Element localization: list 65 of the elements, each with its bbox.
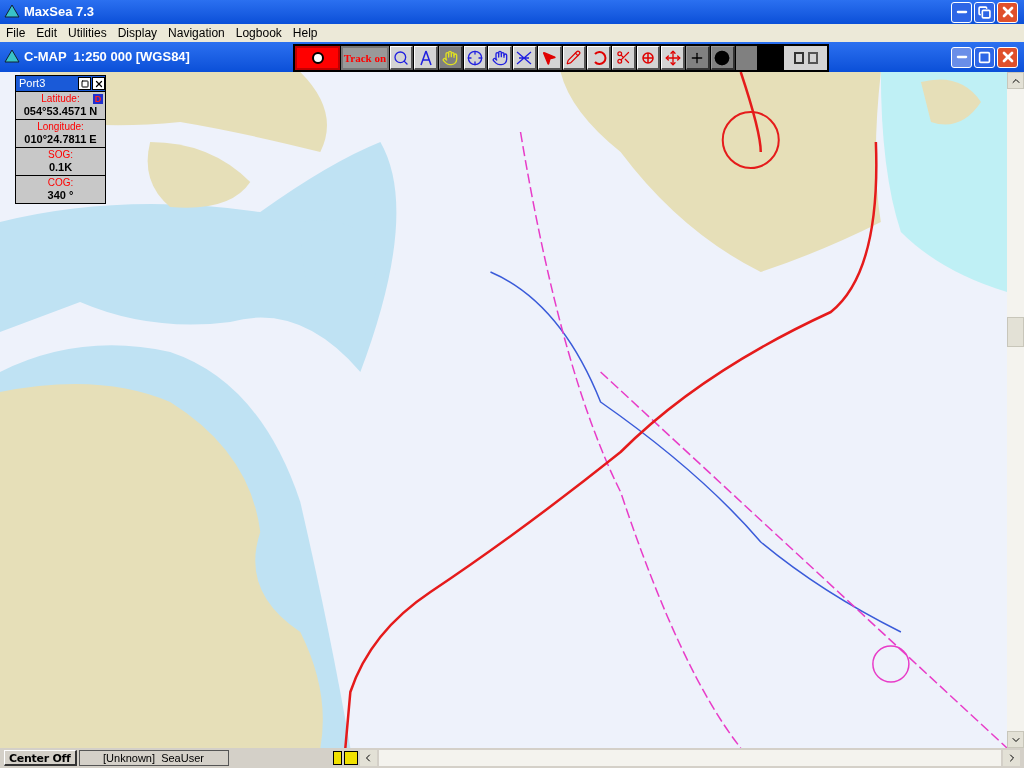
center-off-button[interactable]: Center Off bbox=[4, 750, 77, 766]
menu-item[interactable]: Logbook bbox=[230, 24, 287, 42]
status-user: [Unknown] SeaUser bbox=[78, 750, 229, 766]
horizontal-scrollbar[interactable] bbox=[378, 750, 1001, 766]
record-button[interactable] bbox=[295, 46, 341, 70]
search-icon bbox=[392, 49, 409, 66]
mode-badge: D bbox=[93, 94, 103, 104]
compass-tool[interactable] bbox=[414, 46, 438, 70]
menu-item[interactable]: Navigation bbox=[163, 24, 230, 42]
scroll-down-button[interactable] bbox=[1007, 731, 1024, 748]
minimize-button[interactable] bbox=[951, 46, 972, 68]
chart-title: C-MAP 1:250 000 [WGS84] bbox=[24, 48, 190, 67]
app-icon bbox=[4, 4, 20, 20]
cursor-tool[interactable] bbox=[686, 46, 710, 70]
app-icon bbox=[4, 49, 20, 65]
crossing-arrows-icon bbox=[516, 50, 533, 65]
vertical-scrollbar[interactable] bbox=[1007, 72, 1024, 748]
menu-item[interactable]: Display bbox=[112, 24, 163, 42]
move-tool[interactable] bbox=[661, 46, 686, 70]
hand-tool[interactable] bbox=[438, 46, 463, 70]
menu-item[interactable]: File bbox=[1, 24, 31, 42]
restore-button[interactable] bbox=[974, 1, 995, 23]
field-value: 054°53.4571 N bbox=[23, 105, 98, 118]
pencil-icon bbox=[566, 50, 582, 65]
window-icon bbox=[793, 52, 804, 64]
cut-tool[interactable] bbox=[611, 46, 636, 70]
wheel-tool[interactable] bbox=[636, 46, 661, 70]
zoom-tool[interactable] bbox=[389, 46, 414, 70]
pan-tool[interactable] bbox=[488, 46, 513, 70]
hand-icon bbox=[442, 49, 459, 66]
scroll-left-button[interactable] bbox=[359, 750, 377, 766]
menu-item[interactable]: Edit bbox=[31, 24, 63, 42]
wheel-icon bbox=[640, 49, 657, 66]
scroll-right-button[interactable] bbox=[1003, 750, 1020, 766]
scroll-thumb[interactable] bbox=[1007, 317, 1024, 347]
target-tool[interactable] bbox=[463, 46, 488, 70]
close-button[interactable] bbox=[92, 77, 105, 90]
panel-title: Port3 bbox=[19, 78, 47, 89]
field-label: Longitude: bbox=[37, 121, 84, 133]
field-value: 340 ° bbox=[47, 189, 74, 202]
field-value: 0.1K bbox=[48, 161, 73, 174]
route-tool[interactable] bbox=[513, 46, 537, 70]
center-tool[interactable] bbox=[710, 46, 735, 70]
undo-tool[interactable] bbox=[587, 46, 611, 70]
window-layout-button[interactable] bbox=[783, 46, 828, 70]
restore-icon bbox=[978, 5, 991, 19]
field-value: 010°24.7811 E bbox=[24, 133, 97, 146]
maximize-icon bbox=[978, 50, 991, 64]
pointer-icon bbox=[541, 49, 558, 66]
field-label: Latitude: bbox=[41, 93, 80, 105]
compass-icon bbox=[418, 49, 433, 66]
window-title: MaxSea 7.3 bbox=[24, 3, 96, 22]
scroll-up-button[interactable] bbox=[1007, 72, 1024, 89]
minimize-button[interactable] bbox=[951, 1, 972, 23]
pencil-tool[interactable] bbox=[562, 46, 587, 70]
window-icon bbox=[807, 52, 818, 64]
toolbar-panel bbox=[735, 46, 758, 70]
menu-item[interactable]: Help bbox=[287, 24, 323, 42]
field-label: SOG: bbox=[48, 149, 73, 161]
menu-item[interactable]: Utilities bbox=[63, 24, 112, 42]
hand-icon bbox=[491, 49, 508, 66]
maximize-button[interactable] bbox=[78, 77, 91, 90]
scissors-icon bbox=[615, 50, 631, 65]
select-tool[interactable] bbox=[537, 46, 562, 70]
field-label: COG: bbox=[47, 177, 74, 189]
